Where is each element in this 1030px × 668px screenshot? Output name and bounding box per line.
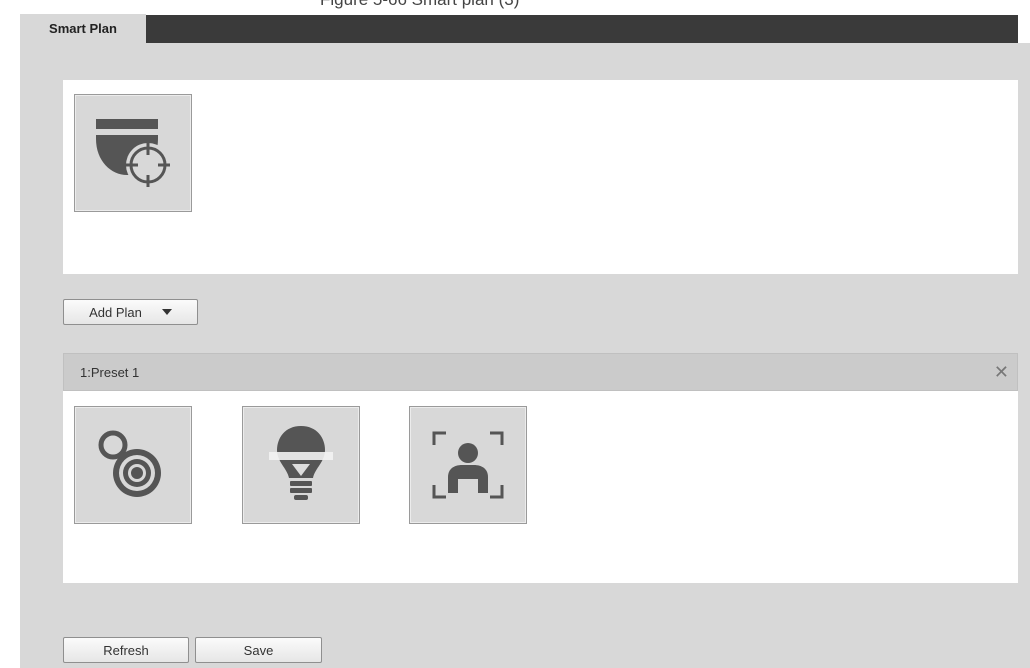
refresh-button[interactable]: Refresh: [63, 637, 189, 663]
light-bulb-icon-graphic: [269, 426, 333, 500]
face-detection-icon-graphic: [432, 431, 504, 499]
radar-camera-icon-graphic: [98, 430, 161, 497]
figure-caption: Figure 5-66 Smart plan (3): [320, 0, 740, 9]
dome-camera-target-icon-graphic: [96, 119, 170, 187]
close-icon[interactable]: ✕: [994, 363, 1009, 381]
plan-header: 1:Preset 1 ✕: [63, 353, 1018, 391]
radar-camera-icon[interactable]: [74, 406, 192, 524]
save-button[interactable]: Save: [195, 637, 322, 663]
chevron-down-icon: [161, 309, 172, 315]
face-detection-icon[interactable]: [409, 406, 527, 524]
light-bulb-icon[interactable]: [242, 406, 360, 524]
ability-box: [63, 80, 1018, 274]
plan-title: 1:Preset 1: [80, 364, 140, 380]
dome-camera-target-icon[interactable]: [74, 94, 192, 212]
tab-smart-plan[interactable]: Smart Plan: [20, 14, 146, 43]
tab-bar: [20, 15, 1018, 43]
plan-body: [63, 391, 1018, 583]
add-plan-button[interactable]: Add Plan: [63, 299, 198, 325]
add-plan-label: Add Plan: [89, 304, 142, 320]
